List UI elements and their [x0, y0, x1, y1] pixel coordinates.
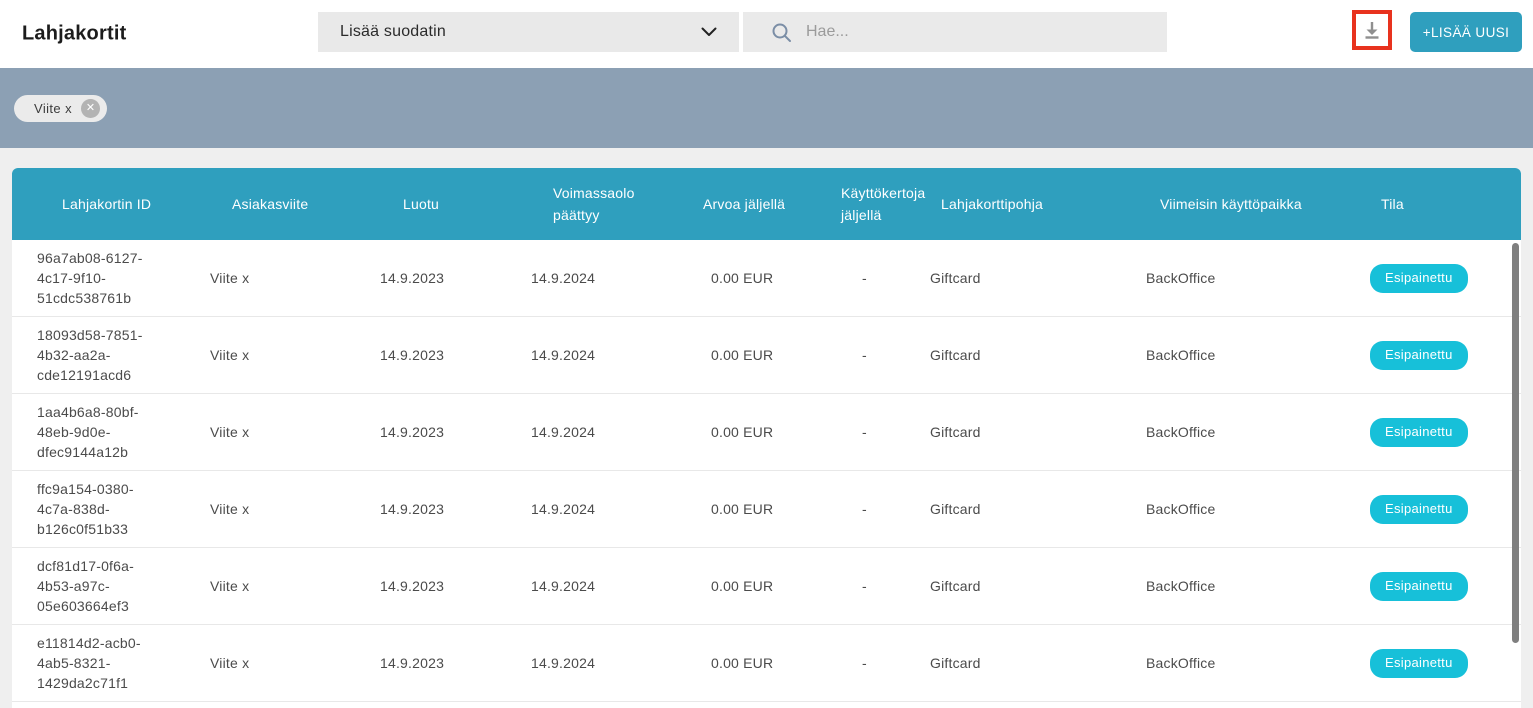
cell-tila: Esipainettu	[1362, 572, 1521, 601]
filter-chip[interactable]: Viite x ✕	[14, 95, 107, 122]
table-body: 96a7ab08-6127-4c17-9f10-51cdc538761bViit…	[12, 240, 1521, 702]
column-header-template: Lahjakorttipohja	[922, 193, 1127, 215]
cell-luotu: 14.9.2023	[360, 576, 510, 596]
cell-viimeisin-kayttopaikka: BackOffice	[1127, 653, 1362, 673]
status-badge: Esipainettu	[1370, 495, 1468, 524]
cell-viimeisin-kayttopaikka: BackOffice	[1127, 576, 1362, 596]
cell-tila: Esipainettu	[1362, 264, 1521, 293]
status-badge: Esipainettu	[1370, 572, 1468, 601]
column-header-value-left: Arvoa jäljellä	[682, 193, 822, 215]
cell-viimeisin-kayttopaikka: BackOffice	[1127, 268, 1362, 288]
cell-id: 96a7ab08-6127-4c17-9f10-51cdc538761b	[12, 248, 200, 308]
cell-arvoa-jaljella: 0.00 EUR	[682, 653, 822, 673]
page-title: Lahjakortit	[22, 23, 126, 46]
cell-asiakasviite: Viite x	[200, 499, 360, 519]
close-icon[interactable]: ✕	[81, 99, 100, 118]
cell-id: e11814d2-acb0-4ab5-8321-1429da2c71f1	[12, 633, 200, 693]
cell-asiakasviite: Viite x	[200, 345, 360, 365]
cell-luotu: 14.9.2023	[360, 422, 510, 442]
add-filter-dropdown[interactable]: Lisää suodatin	[318, 12, 739, 52]
cell-asiakasviite: Viite x	[200, 422, 360, 442]
cell-kayttokertoja-jaljella: -	[822, 499, 922, 519]
cell-tila: Esipainettu	[1362, 418, 1521, 447]
cell-arvoa-jaljella: 0.00 EUR	[682, 499, 822, 519]
cell-lahjakorttipohja: Giftcard	[922, 576, 1127, 596]
chevron-down-icon	[701, 27, 717, 37]
cell-lahjakorttipohja: Giftcard	[922, 653, 1127, 673]
table-scrollbar[interactable]	[1512, 243, 1519, 643]
cell-voimassaolo-paattyy: 14.9.2024	[510, 345, 682, 365]
column-header-last-used: Viimeisin käyttöpaikka	[1127, 193, 1362, 215]
column-header-expires: Voimassaolo päättyy	[510, 182, 682, 226]
cell-tila: Esipainettu	[1362, 649, 1521, 678]
column-header-id: Lahjakortin ID	[12, 193, 200, 215]
cell-voimassaolo-paattyy: 14.9.2024	[510, 576, 682, 596]
content-area: Lahjakortin ID Asiakasviite Luotu Voimas…	[0, 148, 1533, 708]
download-icon	[1362, 20, 1382, 40]
cell-voimassaolo-paattyy: 14.9.2024	[510, 268, 682, 288]
add-new-button[interactable]: +LISÄÄ UUSI	[1410, 12, 1522, 52]
search-input[interactable]	[806, 23, 1151, 41]
cell-id: ffc9a154-0380-4c7a-838d-b126c0f51b33	[12, 479, 200, 539]
status-badge: Esipainettu	[1370, 264, 1468, 293]
cell-lahjakorttipohja: Giftcard	[922, 422, 1127, 442]
cell-arvoa-jaljella: 0.00 EUR	[682, 576, 822, 596]
table-row[interactable]: 18093d58-7851-4b32-aa2a-cde12191acd6Viit…	[12, 317, 1521, 394]
cell-arvoa-jaljella: 0.00 EUR	[682, 268, 822, 288]
table-row[interactable]: 1aa4b6a8-80bf-48eb-9d0e-dfec9144a12bViit…	[12, 394, 1521, 471]
cell-asiakasviite: Viite x	[200, 653, 360, 673]
cell-kayttokertoja-jaljella: -	[822, 268, 922, 288]
active-filters-bar: Viite x ✕	[0, 68, 1533, 148]
table-row[interactable]: 96a7ab08-6127-4c17-9f10-51cdc538761bViit…	[12, 240, 1521, 317]
cell-viimeisin-kayttopaikka: BackOffice	[1127, 422, 1362, 442]
table-row[interactable]: e11814d2-acb0-4ab5-8321-1429da2c71f1Viit…	[12, 625, 1521, 702]
download-button[interactable]	[1356, 14, 1388, 46]
cell-luotu: 14.9.2023	[360, 499, 510, 519]
cell-voimassaolo-paattyy: 14.9.2024	[510, 653, 682, 673]
search-icon	[771, 22, 792, 43]
status-badge: Esipainettu	[1370, 418, 1468, 447]
cell-viimeisin-kayttopaikka: BackOffice	[1127, 345, 1362, 365]
add-filter-dropdown-label: Lisää suodatin	[340, 23, 446, 41]
cell-tila: Esipainettu	[1362, 341, 1521, 370]
cell-lahjakorttipohja: Giftcard	[922, 268, 1127, 288]
cell-asiakasviite: Viite x	[200, 576, 360, 596]
cell-id: 1aa4b6a8-80bf-48eb-9d0e-dfec9144a12b	[12, 402, 200, 462]
cell-voimassaolo-paattyy: 14.9.2024	[510, 499, 682, 519]
status-badge: Esipainettu	[1370, 649, 1468, 678]
cell-luotu: 14.9.2023	[360, 653, 510, 673]
cell-arvoa-jaljella: 0.00 EUR	[682, 345, 822, 365]
cell-id: dcf81d17-0f6a-4b53-a97c-05e603664ef3	[12, 556, 200, 616]
table-row[interactable]: ffc9a154-0380-4c7a-838d-b126c0f51b33Viit…	[12, 471, 1521, 548]
cell-kayttokertoja-jaljella: -	[822, 653, 922, 673]
cell-lahjakorttipohja: Giftcard	[922, 499, 1127, 519]
cell-luotu: 14.9.2023	[360, 268, 510, 288]
topbar: Lahjakortit Lisää suodatin +LISÄÄ UUSI	[0, 0, 1533, 68]
cell-kayttokertoja-jaljella: -	[822, 576, 922, 596]
column-header-created: Luotu	[360, 193, 510, 215]
cell-kayttokertoja-jaljella: -	[822, 422, 922, 442]
status-badge: Esipainettu	[1370, 341, 1468, 370]
cell-voimassaolo-paattyy: 14.9.2024	[510, 422, 682, 442]
download-highlight-box	[1352, 10, 1392, 50]
cell-id: 18093d58-7851-4b32-aa2a-cde12191acd6	[12, 325, 200, 385]
column-header-status: Tila	[1362, 193, 1521, 215]
cell-viimeisin-kayttopaikka: BackOffice	[1127, 499, 1362, 519]
cell-luotu: 14.9.2023	[360, 345, 510, 365]
cell-lahjakorttipohja: Giftcard	[922, 345, 1127, 365]
cell-tila: Esipainettu	[1362, 495, 1521, 524]
giftcards-table: Lahjakortin ID Asiakasviite Luotu Voimas…	[12, 168, 1521, 708]
column-header-customer-ref: Asiakasviite	[200, 193, 360, 215]
cell-asiakasviite: Viite x	[200, 268, 360, 288]
table-header-row: Lahjakortin ID Asiakasviite Luotu Voimas…	[12, 168, 1521, 240]
search-box	[743, 12, 1167, 52]
column-header-uses-left: Käyttökertoja jäljellä	[822, 182, 922, 226]
cell-arvoa-jaljella: 0.00 EUR	[682, 422, 822, 442]
cell-kayttokertoja-jaljella: -	[822, 345, 922, 365]
filter-chip-label: Viite x	[34, 101, 72, 116]
table-row[interactable]: dcf81d17-0f6a-4b53-a97c-05e603664ef3Viit…	[12, 548, 1521, 625]
